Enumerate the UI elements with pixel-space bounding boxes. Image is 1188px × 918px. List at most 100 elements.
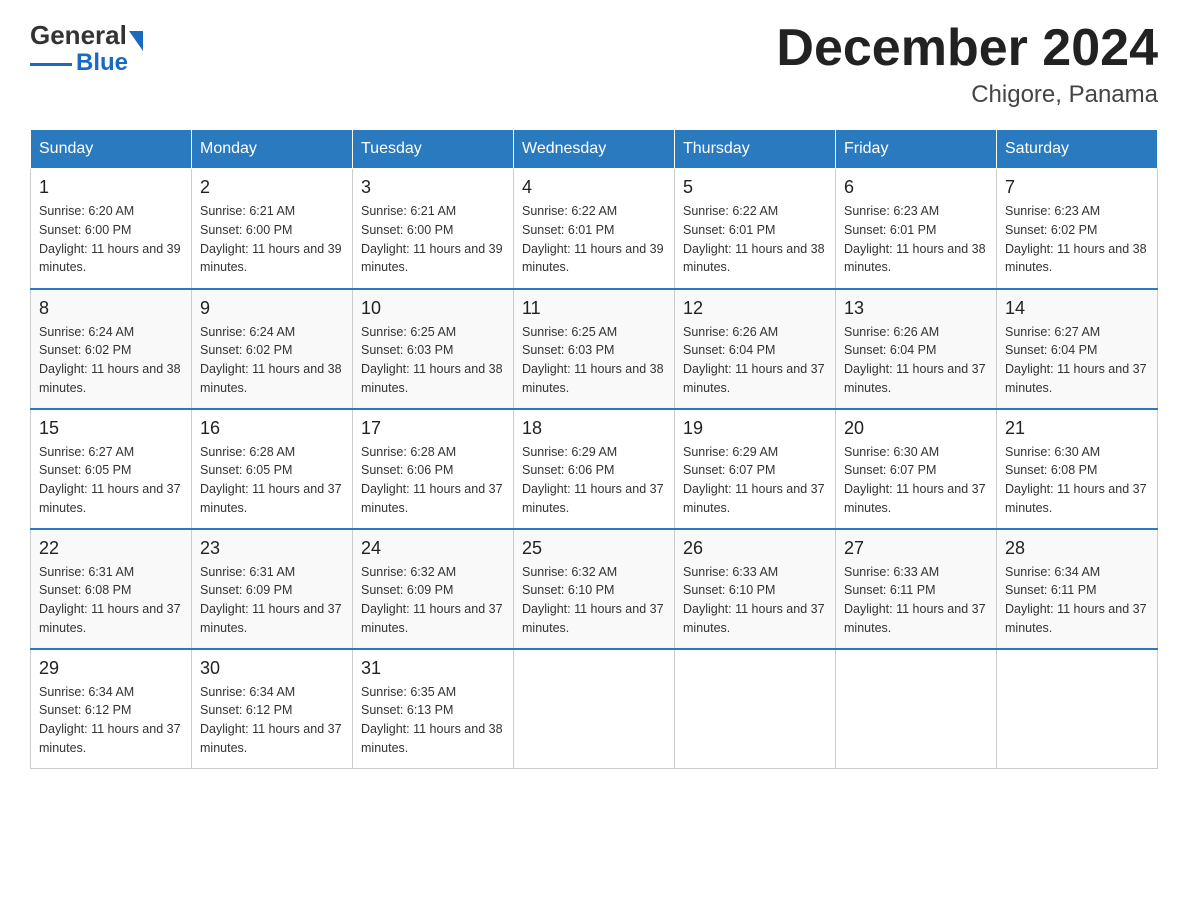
header-row: SundayMondayTuesdayWednesdayThursdayFrid… [31, 130, 1158, 169]
day-info: Sunrise: 6:35 AM Sunset: 6:13 PM Dayligh… [361, 683, 505, 758]
calendar-body: 1 Sunrise: 6:20 AM Sunset: 6:00 PM Dayli… [31, 169, 1158, 769]
day-info: Sunrise: 6:23 AM Sunset: 6:02 PM Dayligh… [1005, 202, 1149, 277]
calendar-cell: 15 Sunrise: 6:27 AM Sunset: 6:05 PM Dayl… [31, 409, 192, 529]
day-info: Sunrise: 6:25 AM Sunset: 6:03 PM Dayligh… [522, 323, 666, 398]
day-number: 5 [683, 177, 827, 198]
day-info: Sunrise: 6:29 AM Sunset: 6:07 PM Dayligh… [683, 443, 827, 518]
calendar-week-row: 22 Sunrise: 6:31 AM Sunset: 6:08 PM Dayl… [31, 529, 1158, 649]
day-number: 10 [361, 298, 505, 319]
day-number: 15 [39, 418, 183, 439]
day-info: Sunrise: 6:34 AM Sunset: 6:12 PM Dayligh… [39, 683, 183, 758]
calendar-cell: 8 Sunrise: 6:24 AM Sunset: 6:02 PM Dayli… [31, 289, 192, 409]
calendar-header: SundayMondayTuesdayWednesdayThursdayFrid… [31, 130, 1158, 169]
calendar-cell: 1 Sunrise: 6:20 AM Sunset: 6:00 PM Dayli… [31, 169, 192, 289]
logo: General Blue [30, 20, 143, 77]
day-info: Sunrise: 6:28 AM Sunset: 6:05 PM Dayligh… [200, 443, 344, 518]
day-info: Sunrise: 6:24 AM Sunset: 6:02 PM Dayligh… [39, 323, 183, 398]
day-number: 22 [39, 538, 183, 559]
day-info: Sunrise: 6:34 AM Sunset: 6:12 PM Dayligh… [200, 683, 344, 758]
day-number: 20 [844, 418, 988, 439]
calendar-cell: 23 Sunrise: 6:31 AM Sunset: 6:09 PM Dayl… [192, 529, 353, 649]
day-number: 25 [522, 538, 666, 559]
day-info: Sunrise: 6:29 AM Sunset: 6:06 PM Dayligh… [522, 443, 666, 518]
day-number: 7 [1005, 177, 1149, 198]
calendar-cell: 2 Sunrise: 6:21 AM Sunset: 6:00 PM Dayli… [192, 169, 353, 289]
day-number: 4 [522, 177, 666, 198]
day-number: 31 [361, 658, 505, 679]
day-number: 14 [1005, 298, 1149, 319]
day-info: Sunrise: 6:20 AM Sunset: 6:00 PM Dayligh… [39, 202, 183, 277]
day-info: Sunrise: 6:31 AM Sunset: 6:08 PM Dayligh… [39, 563, 183, 638]
day-number: 27 [844, 538, 988, 559]
calendar-cell: 4 Sunrise: 6:22 AM Sunset: 6:01 PM Dayli… [514, 169, 675, 289]
calendar-title: December 2024 [776, 20, 1158, 77]
header-cell-wednesday: Wednesday [514, 130, 675, 169]
header-cell-tuesday: Tuesday [353, 130, 514, 169]
day-info: Sunrise: 6:28 AM Sunset: 6:06 PM Dayligh… [361, 443, 505, 518]
calendar-cell: 31 Sunrise: 6:35 AM Sunset: 6:13 PM Dayl… [353, 649, 514, 769]
calendar-cell: 21 Sunrise: 6:30 AM Sunset: 6:08 PM Dayl… [997, 409, 1158, 529]
calendar-cell: 24 Sunrise: 6:32 AM Sunset: 6:09 PM Dayl… [353, 529, 514, 649]
logo-text-blue: Blue [76, 49, 128, 77]
day-info: Sunrise: 6:22 AM Sunset: 6:01 PM Dayligh… [522, 202, 666, 277]
calendar-cell: 20 Sunrise: 6:30 AM Sunset: 6:07 PM Dayl… [836, 409, 997, 529]
header-cell-monday: Monday [192, 130, 353, 169]
calendar-title-block: December 2024 Chigore, Panama [776, 20, 1158, 109]
day-info: Sunrise: 6:26 AM Sunset: 6:04 PM Dayligh… [683, 323, 827, 398]
calendar-cell [675, 649, 836, 769]
day-number: 28 [1005, 538, 1149, 559]
day-info: Sunrise: 6:33 AM Sunset: 6:10 PM Dayligh… [683, 563, 827, 638]
calendar-week-row: 1 Sunrise: 6:20 AM Sunset: 6:00 PM Dayli… [31, 169, 1158, 289]
day-number: 21 [1005, 418, 1149, 439]
calendar-cell: 10 Sunrise: 6:25 AM Sunset: 6:03 PM Dayl… [353, 289, 514, 409]
day-info: Sunrise: 6:27 AM Sunset: 6:05 PM Dayligh… [39, 443, 183, 518]
day-number: 26 [683, 538, 827, 559]
calendar-week-row: 8 Sunrise: 6:24 AM Sunset: 6:02 PM Dayli… [31, 289, 1158, 409]
logo-text-general: General [30, 20, 127, 51]
calendar-cell: 30 Sunrise: 6:34 AM Sunset: 6:12 PM Dayl… [192, 649, 353, 769]
day-info: Sunrise: 6:32 AM Sunset: 6:10 PM Dayligh… [522, 563, 666, 638]
calendar-cell [997, 649, 1158, 769]
day-info: Sunrise: 6:30 AM Sunset: 6:07 PM Dayligh… [844, 443, 988, 518]
calendar-cell: 3 Sunrise: 6:21 AM Sunset: 6:00 PM Dayli… [353, 169, 514, 289]
header-cell-thursday: Thursday [675, 130, 836, 169]
day-info: Sunrise: 6:24 AM Sunset: 6:02 PM Dayligh… [200, 323, 344, 398]
calendar-cell: 22 Sunrise: 6:31 AM Sunset: 6:08 PM Dayl… [31, 529, 192, 649]
day-number: 16 [200, 418, 344, 439]
calendar-cell: 11 Sunrise: 6:25 AM Sunset: 6:03 PM Dayl… [514, 289, 675, 409]
day-info: Sunrise: 6:21 AM Sunset: 6:00 PM Dayligh… [200, 202, 344, 277]
day-number: 18 [522, 418, 666, 439]
day-number: 9 [200, 298, 344, 319]
day-number: 1 [39, 177, 183, 198]
calendar-cell: 29 Sunrise: 6:34 AM Sunset: 6:12 PM Dayl… [31, 649, 192, 769]
day-info: Sunrise: 6:30 AM Sunset: 6:08 PM Dayligh… [1005, 443, 1149, 518]
day-number: 29 [39, 658, 183, 679]
day-info: Sunrise: 6:34 AM Sunset: 6:11 PM Dayligh… [1005, 563, 1149, 638]
calendar-cell: 6 Sunrise: 6:23 AM Sunset: 6:01 PM Dayli… [836, 169, 997, 289]
day-number: 24 [361, 538, 505, 559]
calendar-cell: 28 Sunrise: 6:34 AM Sunset: 6:11 PM Dayl… [997, 529, 1158, 649]
day-info: Sunrise: 6:22 AM Sunset: 6:01 PM Dayligh… [683, 202, 827, 277]
day-number: 17 [361, 418, 505, 439]
calendar-cell: 25 Sunrise: 6:32 AM Sunset: 6:10 PM Dayl… [514, 529, 675, 649]
day-number: 12 [683, 298, 827, 319]
calendar-cell: 9 Sunrise: 6:24 AM Sunset: 6:02 PM Dayli… [192, 289, 353, 409]
day-info: Sunrise: 6:31 AM Sunset: 6:09 PM Dayligh… [200, 563, 344, 638]
calendar-cell [514, 649, 675, 769]
day-number: 6 [844, 177, 988, 198]
header-cell-saturday: Saturday [997, 130, 1158, 169]
day-number: 19 [683, 418, 827, 439]
calendar-cell: 26 Sunrise: 6:33 AM Sunset: 6:10 PM Dayl… [675, 529, 836, 649]
day-number: 13 [844, 298, 988, 319]
day-info: Sunrise: 6:21 AM Sunset: 6:00 PM Dayligh… [361, 202, 505, 277]
calendar-cell: 13 Sunrise: 6:26 AM Sunset: 6:04 PM Dayl… [836, 289, 997, 409]
day-info: Sunrise: 6:27 AM Sunset: 6:04 PM Dayligh… [1005, 323, 1149, 398]
calendar-cell: 19 Sunrise: 6:29 AM Sunset: 6:07 PM Dayl… [675, 409, 836, 529]
calendar-cell: 12 Sunrise: 6:26 AM Sunset: 6:04 PM Dayl… [675, 289, 836, 409]
day-number: 23 [200, 538, 344, 559]
day-info: Sunrise: 6:32 AM Sunset: 6:09 PM Dayligh… [361, 563, 505, 638]
day-number: 11 [522, 298, 666, 319]
day-info: Sunrise: 6:25 AM Sunset: 6:03 PM Dayligh… [361, 323, 505, 398]
calendar-cell: 14 Sunrise: 6:27 AM Sunset: 6:04 PM Dayl… [997, 289, 1158, 409]
calendar-cell: 17 Sunrise: 6:28 AM Sunset: 6:06 PM Dayl… [353, 409, 514, 529]
